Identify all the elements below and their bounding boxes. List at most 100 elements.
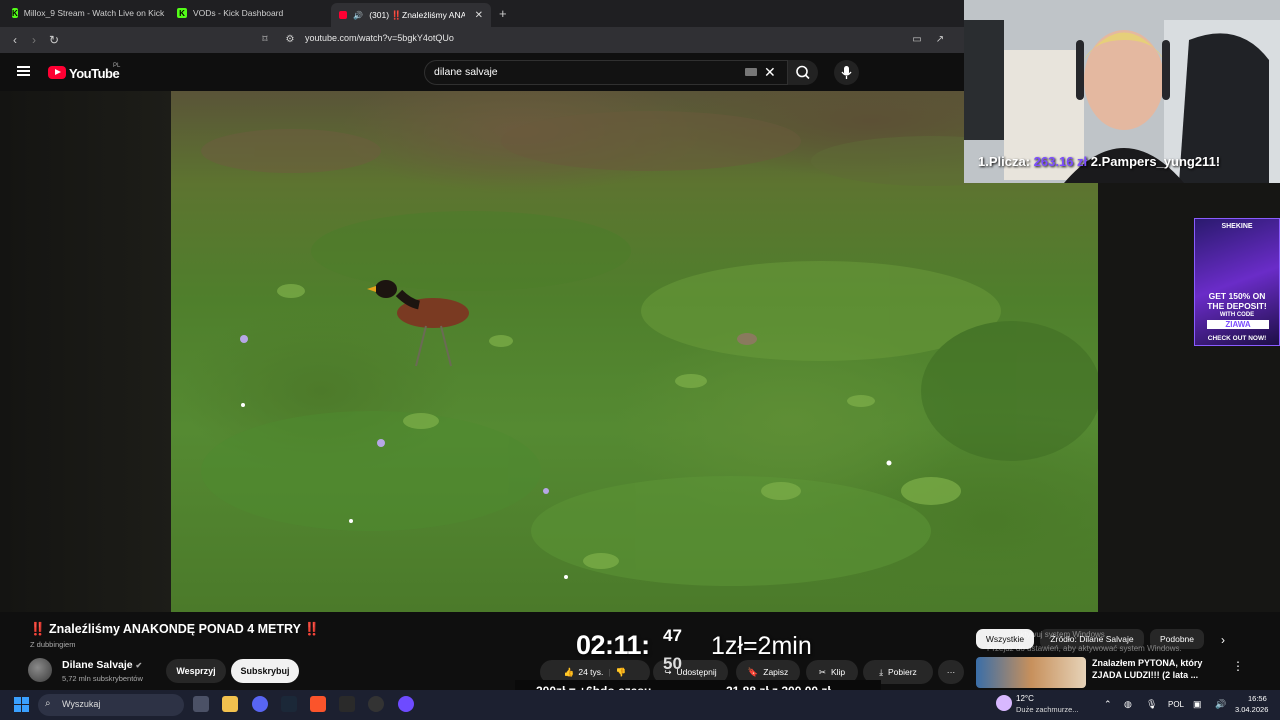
sponsor-ad-banner[interactable]: SHEKINE GET 150% ON THE DEPOSIT! WITH CO…	[1194, 218, 1280, 346]
thumbs-up-icon: 👍	[563, 666, 575, 677]
microphone-icon	[841, 66, 852, 79]
clock-date[interactable]: 3.04.2026	[1235, 705, 1268, 714]
reload-icon[interactable]: ↻	[47, 33, 61, 47]
thumbs-down-icon: 👎	[615, 666, 627, 677]
taskbar-search-placeholder[interactable]: Wyszukaj	[62, 699, 100, 709]
scissors-icon: ✂	[818, 666, 826, 677]
like-button[interactable]: 👍 24 tys.	[564, 667, 604, 678]
subathon-timer: 02:11:	[576, 630, 650, 660]
ad-line1: GET 150% ON	[1208, 291, 1266, 301]
windows-taskbar	[0, 690, 1280, 720]
cast-icon[interactable]: ▭	[910, 33, 924, 47]
leaderboard-first: 1.Plicza:	[978, 154, 1031, 169]
ad-cta: CHECK OUT NOW!	[1207, 335, 1267, 342]
chick-figure	[737, 333, 757, 345]
obs-icon[interactable]	[398, 696, 414, 712]
chevron-right-icon[interactable]: ›	[1221, 633, 1225, 647]
download-icon: ⤓	[879, 666, 883, 677]
tab-kick-dashboard[interactable]: K VODs - Kick Dashboard	[169, 3, 329, 23]
subscribe-button[interactable]: Subskrybuj	[231, 659, 299, 683]
dislike-button[interactable]: 👎	[616, 667, 627, 678]
subscriber-count: 5,72 mln subskrybentów	[62, 674, 143, 683]
timer-seconds-top: 47	[663, 626, 682, 645]
weather-icon	[996, 695, 1012, 711]
kick-icon: K	[12, 8, 18, 18]
share-icon[interactable]: ↗	[933, 33, 947, 47]
region-label: PL	[113, 63, 121, 69]
bookmark-icon[interactable]: ⌑	[258, 33, 272, 47]
search-button[interactable]	[788, 60, 818, 85]
keyboard-icon[interactable]	[745, 68, 757, 76]
tab-kick-stream[interactable]: K Millox_9 Stream - Watch Live on Kick	[4, 3, 169, 23]
ad-code: ZIAWA	[1207, 320, 1269, 329]
file-explorer-icon[interactable]	[222, 696, 238, 712]
donation-leaderboard: 1.Plicza: 263.16 zł 2.Pampers_yung211!	[978, 154, 1220, 169]
taskbar-search[interactable]	[38, 694, 184, 716]
windows-start-icon[interactable]	[14, 697, 29, 712]
tab-youtube-video[interactable]: 🔊 (301) ‼️Znaleźliśmy ANAKONDĘ ✕	[331, 3, 491, 27]
bookmark-icon: 🔖	[747, 666, 759, 677]
tab-title: VODs - Kick Dashboard	[193, 8, 284, 18]
timer-rate: 1zł=2min	[711, 632, 812, 660]
tab-title: (301) ‼️Znaleźliśmy ANAKONDĘ	[369, 9, 465, 20]
network-icon[interactable]: ◍	[1124, 699, 1132, 710]
display-icon[interactable]: ▣	[1193, 699, 1202, 710]
ad-line2: THE DEPOSIT!	[1207, 301, 1267, 311]
speaker-icon: 🔊	[353, 10, 364, 20]
youtube-logo-icon[interactable]	[48, 66, 66, 79]
search-icon: ⌕	[45, 698, 51, 709]
timer-seconds-bottom: 50	[663, 654, 682, 673]
weather-temperature[interactable]: 12°C	[1016, 694, 1034, 703]
clock-time[interactable]: 16:56	[1248, 694, 1267, 703]
search-input-value[interactable]: dilane salvaje	[434, 66, 498, 78]
ad-line3: WITH CODE	[1219, 312, 1255, 318]
ad-brand: SHEKINE	[1221, 223, 1253, 230]
video-title: ‼️ Znaleźliśmy ANAKONDĘ PONAD 4 METRY ‼️	[30, 622, 320, 636]
forward-icon[interactable]: ›	[27, 33, 41, 47]
windows-activation-watermark: Aktywuj system Windows Przejdź do ustawi…	[987, 628, 1182, 656]
menu-icon[interactable]	[17, 66, 30, 76]
clip-label: Klip	[830, 667, 846, 677]
more-actions-button[interactable]: ···	[938, 660, 964, 684]
weather-description[interactable]: Duże zachmurze...	[1016, 705, 1079, 714]
youtube-wordmark[interactable]: YouTube	[69, 66, 120, 81]
app-icon[interactable]	[368, 696, 384, 712]
clear-search-icon[interactable]: ✕	[764, 64, 776, 81]
address-bar[interactable]: youtube.com/watch?v=5bgkY4otQUo	[305, 33, 454, 43]
recommendation-thumbnail[interactable]	[976, 657, 1086, 688]
dubbing-badge: Z dubbingiem	[30, 640, 76, 649]
brave-browser-icon[interactable]	[310, 696, 326, 712]
channel-name[interactable]: Dilane Salvaje ✔	[62, 659, 142, 671]
kick-icon: K	[177, 8, 187, 18]
tab-title: Millox_9 Stream - Watch Live on Kick	[23, 8, 165, 18]
channel-name-text[interactable]: Dilane Salvaje	[62, 659, 133, 671]
video-player[interactable]	[171, 91, 1098, 612]
save-label: Zapisz	[763, 667, 789, 677]
discord-icon[interactable]	[252, 696, 268, 712]
video-frame-image	[201, 111, 1098, 586]
leaderboard-amount: 263.16 zł	[1033, 154, 1088, 169]
new-tab-button[interactable]: +	[499, 6, 507, 21]
support-button[interactable]: Wesprzyj	[166, 659, 226, 683]
bird-figure	[367, 280, 469, 367]
youtube-icon	[339, 11, 348, 19]
task-view-icon[interactable]	[193, 696, 209, 712]
back-icon[interactable]: ‹	[8, 33, 22, 47]
download-label: Pobierz	[887, 667, 917, 677]
leaderboard-second: 2.Pampers_yung211!	[1090, 154, 1221, 169]
steam-icon[interactable]	[281, 696, 297, 712]
tray-chevron-icon[interactable]: ⌃	[1104, 699, 1112, 710]
close-icon[interactable]: ✕	[475, 10, 483, 21]
kebab-menu-icon[interactable]: ⋮	[1232, 659, 1244, 673]
channel-avatar[interactable]	[28, 658, 52, 682]
microphone-tray-icon[interactable]: 🎙	[1146, 699, 1157, 710]
epic-games-icon[interactable]	[339, 696, 355, 712]
volume-icon[interactable]: 🔊	[1215, 699, 1226, 710]
recommendation-title[interactable]: Znalazłem PYTONA, który ZJADA LUDZI!!! (…	[1092, 657, 1222, 681]
input-language[interactable]: POL	[1168, 700, 1184, 709]
player-letterbox-left	[0, 91, 171, 612]
voice-search-button[interactable]	[834, 60, 859, 85]
site-info-icon[interactable]: ⚙	[283, 33, 297, 47]
more-icon: ···	[946, 667, 956, 677]
verified-icon: ✔	[135, 661, 143, 670]
